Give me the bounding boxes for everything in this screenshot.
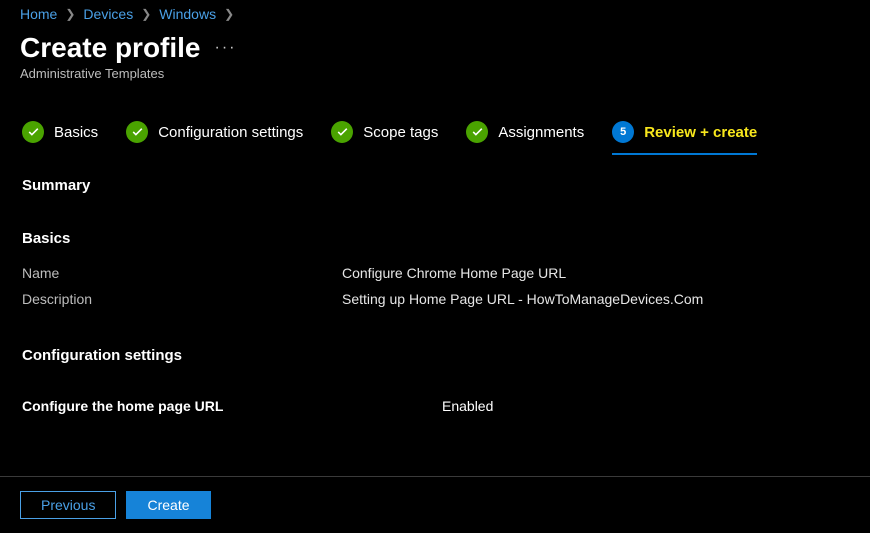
create-button[interactable]: Create [126,491,210,519]
step-label: Review + create [644,124,757,141]
check-icon [22,121,44,143]
breadcrumb-windows[interactable]: Windows [159,6,216,22]
step-label: Configuration settings [158,124,303,141]
config-setting-row: Configure the home page URL Enabled [22,398,848,414]
step-label: Basics [54,124,98,141]
check-icon [466,121,488,143]
title-row: Create profile ··· [0,26,870,64]
footer-actions: Previous Create [0,476,870,533]
description-label: Description [22,291,342,307]
description-value: Setting up Home Page URL - HowToManageDe… [342,291,703,307]
content-area: Summary Basics Name Configure Chrome Hom… [0,155,870,414]
config-setting-label: Configure the home page URL [22,398,442,414]
more-actions-button[interactable]: ··· [215,39,237,57]
step-label: Scope tags [363,124,438,141]
name-value: Configure Chrome Home Page URL [342,265,566,281]
summary-heading: Summary [22,177,848,194]
basics-description-row: Description Setting up Home Page URL - H… [22,291,848,307]
page-subtitle: Administrative Templates [0,64,870,81]
basics-name-row: Name Configure Chrome Home Page URL [22,265,848,281]
breadcrumb-home[interactable]: Home [20,6,57,22]
page-title: Create profile [20,32,201,64]
wizard-steps: Basics Configuration settings Scope tags… [0,81,870,155]
config-settings-heading: Configuration settings [22,347,848,364]
step-label: Assignments [498,124,584,141]
breadcrumb-devices[interactable]: Devices [83,6,133,22]
basics-heading: Basics [22,230,848,247]
chevron-right-icon: ❯ [141,7,151,21]
previous-button[interactable]: Previous [20,491,116,519]
step-scope-tags[interactable]: Scope tags [331,121,438,143]
step-basics[interactable]: Basics [22,121,98,143]
step-number-badge: 5 [612,121,634,143]
step-review-create[interactable]: 5 Review + create [612,121,757,155]
name-label: Name [22,265,342,281]
chevron-right-icon: ❯ [224,7,234,21]
step-assignments[interactable]: Assignments [466,121,584,143]
config-setting-value: Enabled [442,398,493,414]
check-icon [126,121,148,143]
chevron-right-icon: ❯ [65,7,75,21]
check-icon [331,121,353,143]
step-configuration-settings[interactable]: Configuration settings [126,121,303,143]
breadcrumb: Home ❯ Devices ❯ Windows ❯ [0,0,870,26]
